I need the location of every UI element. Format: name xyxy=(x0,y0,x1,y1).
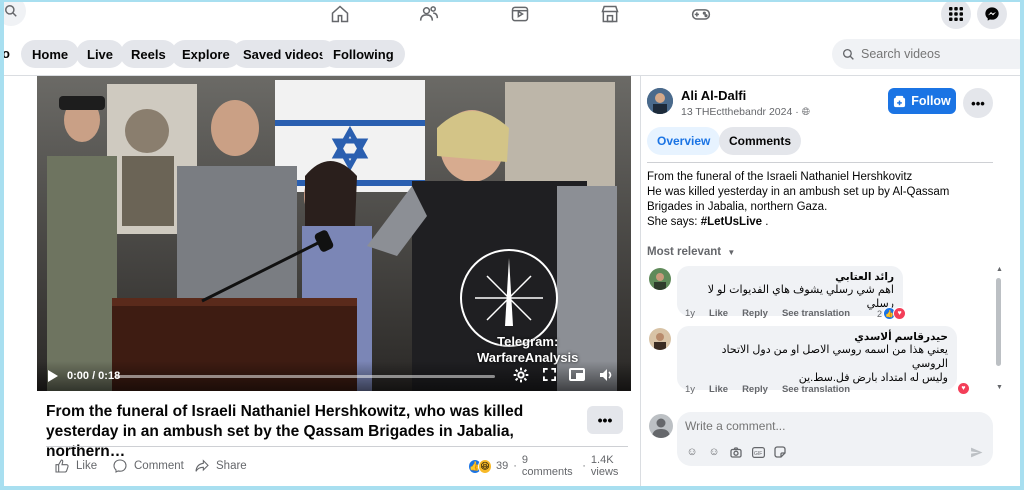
comment-text: اهم شي رسلي يشوف هاي الفديوات لو لا رسلي xyxy=(707,284,894,310)
comment-text: يعني هذا من اسمه روسي الاصل او من دول ال… xyxy=(721,344,948,370)
apps-grid-icon[interactable] xyxy=(941,2,971,29)
video-post-card: Telegram: WarfareAnalysis 0:00 / 0:18 Fr… xyxy=(4,76,640,486)
views-count: 1.4K views xyxy=(590,454,619,478)
sticker-icon[interactable] xyxy=(773,445,787,459)
see-translation-link[interactable]: See translation xyxy=(782,384,850,395)
tab-home[interactable]: Home xyxy=(21,40,80,68)
avatar[interactable] xyxy=(649,328,671,350)
heart-reaction-icon: ♥ xyxy=(957,382,970,395)
comment-composer: ☺ ☺ GIF xyxy=(677,412,993,466)
video-time: 0:00 / 0:18 xyxy=(67,370,121,382)
comment-button[interactable]: Comment xyxy=(112,456,184,476)
comment-reply-button[interactable]: Reply xyxy=(742,384,768,395)
chevron-down-icon: ▼ xyxy=(727,248,736,257)
friends-icon[interactable] xyxy=(418,4,440,24)
comment-like-button[interactable]: Like xyxy=(709,384,728,395)
avatar xyxy=(649,414,673,438)
search-videos-input[interactable] xyxy=(861,47,1011,61)
video-controls: 0:00 / 0:18 xyxy=(37,361,631,391)
search-videos-box[interactable] xyxy=(832,39,1020,69)
comment-sort-dropdown[interactable]: Most relevant ▼ xyxy=(647,246,735,258)
tab-overview[interactable]: Overview xyxy=(647,127,721,155)
post-details-panel: Ali Al-Dalfi 13 THEctthebandr 2024 · 🌐︎ … xyxy=(640,76,1020,486)
post-meta: 13 THEctthebandr 2024 · 🌐︎ xyxy=(681,106,811,118)
reaction-summary[interactable]: 👍 😆 39 · 9 comments · 1.4K views xyxy=(468,454,640,478)
comment-reply-button[interactable]: Reply xyxy=(742,308,768,319)
gaming-icon[interactable] xyxy=(690,4,712,24)
comment-bubble: حيدرقاسم ألاسدي يعني هذا من اسمه روسي ال… xyxy=(677,326,957,390)
follow-button[interactable]: Follow xyxy=(888,88,956,114)
avatar-sticker-icon[interactable]: ☺ xyxy=(685,445,699,459)
camera-icon[interactable] xyxy=(729,445,743,459)
avatar[interactable] xyxy=(649,268,671,290)
like-button[interactable]: Like xyxy=(54,456,97,476)
tab-comments[interactable]: Comments xyxy=(719,127,802,155)
comment-input[interactable] xyxy=(685,419,935,433)
volume-icon[interactable] xyxy=(599,368,615,385)
more-options-button[interactable]: ••• xyxy=(587,406,623,434)
svg-text:GIF: GIF xyxy=(754,451,762,457)
divider xyxy=(647,162,993,163)
video-title: From the funeral of Israeli Nathaniel He… xyxy=(46,403,524,460)
tab-reels[interactable]: Reels xyxy=(120,40,177,68)
scroll-down-icon[interactable]: ▼ xyxy=(996,384,1003,391)
comment-text: وليس له امتداد بارض فل.سط.ين xyxy=(798,372,948,384)
post-description: From the funeral of the Israeli Nathanie… xyxy=(647,171,950,228)
comment-like-button[interactable]: Like xyxy=(709,308,728,319)
comment-icon xyxy=(113,459,127,473)
send-icon[interactable] xyxy=(969,445,983,459)
video-progress-bar[interactable] xyxy=(115,375,495,378)
gif-icon[interactable]: GIF xyxy=(751,445,765,459)
share-icon xyxy=(195,459,209,472)
more-options-button[interactable]: ••• xyxy=(963,88,993,118)
thumbs-up-icon xyxy=(55,459,69,473)
fullscreen-icon[interactable] xyxy=(543,368,556,384)
partial-label: o xyxy=(4,46,10,61)
search-icon[interactable] xyxy=(4,2,26,26)
emoji-icon[interactable]: ☺ xyxy=(707,445,721,459)
comment-author[interactable]: رائد العتابي xyxy=(686,271,894,283)
scroll-up-icon[interactable]: ▲ xyxy=(996,266,1003,273)
top-nav-bar xyxy=(4,2,1020,32)
avatar[interactable] xyxy=(647,88,673,114)
author-name[interactable]: Ali Al-Dalfi xyxy=(681,88,746,103)
settings-gear-icon[interactable] xyxy=(513,367,529,386)
video-icon[interactable] xyxy=(509,4,531,24)
haha-reaction-icon: 😆 xyxy=(478,458,492,474)
tab-explore[interactable]: Explore xyxy=(171,40,241,68)
heart-reaction-icon: ♥ xyxy=(893,307,907,320)
comment-actions: 1y Like Reply See translation xyxy=(685,308,851,319)
comment-reactions[interactable]: ♥ xyxy=(957,382,970,395)
video-player[interactable]: Telegram: WarfareAnalysis 0:00 / 0:18 xyxy=(37,76,631,391)
follow-icon xyxy=(894,95,906,107)
comment-reactions[interactable]: 2 👍 ♥ xyxy=(877,307,907,320)
home-icon[interactable] xyxy=(329,4,351,24)
facebook-video-window: o Home Live Reels Explore Saved videos F… xyxy=(4,2,1020,486)
search-icon xyxy=(842,48,854,60)
hashtag-link[interactable]: #LetUsLive xyxy=(701,216,762,228)
see-translation-link[interactable]: See translation xyxy=(782,308,850,319)
play-icon[interactable] xyxy=(47,369,59,386)
messenger-icon[interactable] xyxy=(977,2,1007,29)
scrollbar-thumb[interactable] xyxy=(996,278,1001,366)
tab-following[interactable]: Following xyxy=(322,40,405,68)
mini-player-icon[interactable] xyxy=(569,368,585,384)
comment-actions: 1y Like Reply See translation xyxy=(685,384,851,395)
comments-count[interactable]: 9 comments xyxy=(522,454,577,478)
divider xyxy=(46,446,628,447)
tab-live[interactable]: Live xyxy=(76,40,125,68)
reaction-count: 39 xyxy=(496,460,509,472)
share-button[interactable]: Share xyxy=(194,456,247,476)
globe-icon: 🌐︎ xyxy=(801,106,811,118)
comment-author[interactable]: حيدرقاسم ألاسدي xyxy=(686,331,948,343)
video-subnav: o Home Live Reels Explore Saved videos F… xyxy=(4,32,1020,76)
marketplace-icon[interactable] xyxy=(599,4,621,24)
